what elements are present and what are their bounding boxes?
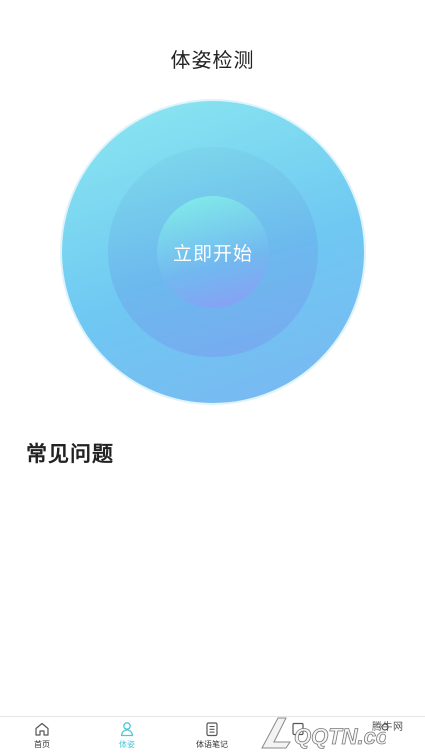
start-detection-button[interactable]: 立即开始 — [157, 196, 269, 308]
posture-detection-page: 体姿检测 立即开始 常见问题 首页 体姿 体语笔记 QQTN.c 腾牛网 — [0, 0, 425, 756]
watermark-site-name: 腾牛网 — [372, 722, 404, 733]
tab-notes[interactable]: 体语笔记 — [182, 721, 242, 750]
notes-icon — [206, 722, 218, 737]
detection-circle: 立即开始 — [62, 101, 364, 403]
tab-notes-label: 体语笔记 — [196, 740, 228, 749]
tab-icon — [292, 722, 304, 736]
tab-posture[interactable]: 体姿 — [97, 721, 157, 750]
bottom-tab-bar: 首页 体姿 体语笔记 — [0, 716, 425, 756]
start-detection-label: 立即开始 — [172, 242, 253, 265]
home-icon — [35, 722, 49, 736]
page-title: 体姿检测 — [170, 48, 255, 72]
tab-posture-label: 体姿 — [119, 740, 135, 749]
posture-icon — [120, 722, 134, 737]
tab-home-label: 首页 — [34, 740, 50, 749]
tab-fourth[interactable] — [268, 721, 328, 739]
tab-home[interactable]: 首页 — [12, 721, 72, 750]
faq-section-title: 常见问题 — [26, 442, 114, 466]
